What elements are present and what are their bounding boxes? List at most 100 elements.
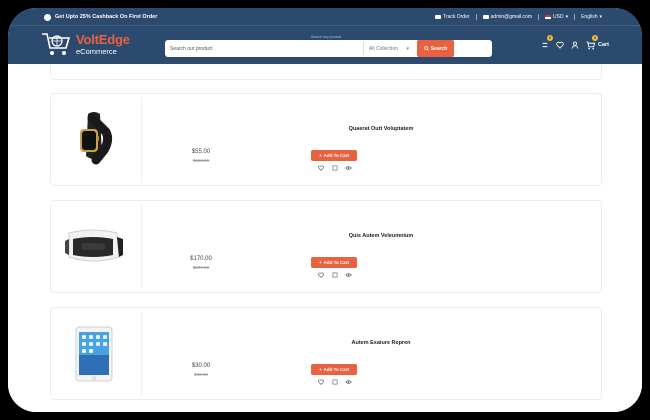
- wishlist-button[interactable]: [317, 271, 324, 278]
- cart-logo-icon: [42, 33, 71, 55]
- header-icons: 0 0 Cart: [540, 35, 609, 52]
- add-to-cart-button[interactable]: + Add To Cart: [311, 364, 357, 375]
- flag-icon: [545, 15, 551, 19]
- add-to-cart-label: Add To Cart: [323, 367, 350, 372]
- compare-icon: [332, 165, 337, 170]
- divider: [538, 14, 539, 20]
- product-old-price: $40.00: [194, 372, 208, 377]
- chevron-down-icon: ▾: [406, 45, 409, 52]
- product-actions: [317, 271, 352, 278]
- compare-icon: [332, 379, 337, 384]
- site-header: Get Upto 25% Cashback On First Order Tra…: [8, 8, 642, 64]
- plus-icon: +: [318, 153, 322, 158]
- compare-button[interactable]: [331, 378, 338, 385]
- add-to-cart-button[interactable]: + Add To Cart: [311, 150, 357, 161]
- language-select[interactable]: English ▾: [581, 14, 602, 20]
- product-old-price: $150.00: [192, 158, 210, 163]
- track-order-link[interactable]: Track Order: [435, 14, 470, 20]
- search-button-label: Search: [430, 45, 448, 52]
- vr-headset-icon: [65, 229, 123, 262]
- heart-icon: [317, 379, 324, 385]
- eye-icon: [345, 272, 352, 277]
- chevron-down-icon: ▾: [599, 14, 602, 20]
- wishlist-button[interactable]: [555, 40, 565, 50]
- product-name[interactable]: Autem Exaiure Repren: [256, 340, 506, 346]
- cart-label[interactable]: Cart: [598, 42, 609, 48]
- eye-icon: [345, 165, 352, 170]
- product-card: Quaerat Outt Voluptatem $55.00 $150.00 +…: [50, 93, 602, 186]
- brand-tagline: eCommerce: [76, 47, 117, 56]
- quick-view-button[interactable]: [345, 164, 352, 171]
- product-actions: [317, 378, 352, 385]
- product-actions: [317, 164, 352, 171]
- quick-view-button[interactable]: [345, 378, 352, 385]
- add-to-cart-label: Add To Cart: [323, 153, 350, 158]
- search-input[interactable]: [170, 40, 360, 57]
- product-image[interactable]: [63, 321, 125, 387]
- tablet-icon: [75, 326, 113, 382]
- wishlist-button[interactable]: [317, 378, 324, 385]
- add-to-cart-label: Add To Cart: [323, 260, 350, 265]
- divider: [141, 204, 142, 290]
- top-bar: Get Upto 25% Cashback On First Order Tra…: [8, 8, 642, 26]
- brand-name: VoltEdge: [76, 32, 130, 47]
- heart-icon: [317, 272, 324, 278]
- divider: [141, 97, 142, 183]
- product-price: $55.00: [191, 149, 211, 155]
- track-order-label: Track Order: [443, 14, 470, 20]
- compare-button[interactable]: [331, 164, 338, 171]
- divider: [141, 311, 142, 397]
- product-card: Autem Exaiure Repren $30.00 $40.00 + Add…: [50, 307, 602, 400]
- cart-icon: [585, 40, 595, 49]
- email-link[interactable]: admin@gmail.com: [482, 14, 532, 20]
- search-button[interactable]: Search: [417, 40, 454, 57]
- smartwatch-icon: [80, 112, 113, 165]
- search-hint: Search any product: [311, 35, 342, 39]
- top-links: Track Order admin@gmail.com USD ▾ English…: [435, 12, 602, 22]
- heart-icon: [556, 41, 564, 49]
- wishlist-button[interactable]: [317, 164, 324, 171]
- search-bar: All Collection ▾ Search: [165, 40, 492, 57]
- cart-badge: 0: [592, 35, 598, 41]
- compare-icon: [332, 272, 337, 277]
- collection-label: All Collection: [369, 45, 398, 52]
- product-price: $170.00: [190, 256, 212, 262]
- product-image[interactable]: [63, 107, 125, 173]
- plus-icon: +: [318, 260, 322, 265]
- heart-icon: [317, 165, 324, 171]
- product-image[interactable]: [63, 214, 125, 280]
- add-to-cart-button[interactable]: + Add To Cart: [311, 257, 357, 268]
- eye-icon: [345, 379, 352, 384]
- search-icon: [423, 46, 429, 51]
- chevron-down-icon: ▾: [565, 14, 569, 20]
- compare-badge: 0: [547, 35, 553, 41]
- promo-banner: Get Upto 25% Cashback On First Order: [44, 12, 157, 22]
- cart-button[interactable]: 0: [585, 35, 598, 50]
- product-old-price: $200.00: [192, 265, 210, 270]
- site-logo[interactable]: VoltEdge eCommerce: [40, 30, 155, 60]
- product-name[interactable]: Quaerat Outt Voluptatem: [256, 126, 506, 132]
- divider: [475, 14, 477, 20]
- product-name[interactable]: Quis Autem Veleumnium: [256, 233, 506, 239]
- product-price: $30.00: [191, 363, 211, 369]
- language-label: English: [581, 14, 598, 20]
- cashback-icon: [44, 13, 51, 21]
- browser-viewport: Get Upto 25% Cashback On First Order Tra…: [8, 8, 642, 412]
- quick-view-button[interactable]: [345, 271, 352, 278]
- collection-select[interactable]: All Collection ▾: [363, 42, 413, 55]
- divider: [574, 14, 576, 20]
- device-frame: Get Upto 25% Cashback On First Order Tra…: [0, 0, 650, 420]
- compare-icon: [542, 42, 548, 48]
- mail-icon: [482, 15, 489, 19]
- truck-icon: [435, 15, 442, 19]
- plus-icon: +: [318, 367, 322, 372]
- compare-button[interactable]: 0: [540, 35, 553, 50]
- product-card-partial: [50, 64, 602, 80]
- currency-select[interactable]: USD ▾: [545, 14, 568, 20]
- account-button[interactable]: [570, 40, 580, 50]
- email-label: admin@gmail.com: [490, 14, 532, 20]
- promo-text: Get Upto 25% Cashback On First Order: [55, 14, 158, 20]
- user-icon: [571, 41, 579, 49]
- compare-button[interactable]: [331, 271, 338, 278]
- currency-label: USD: [553, 14, 564, 20]
